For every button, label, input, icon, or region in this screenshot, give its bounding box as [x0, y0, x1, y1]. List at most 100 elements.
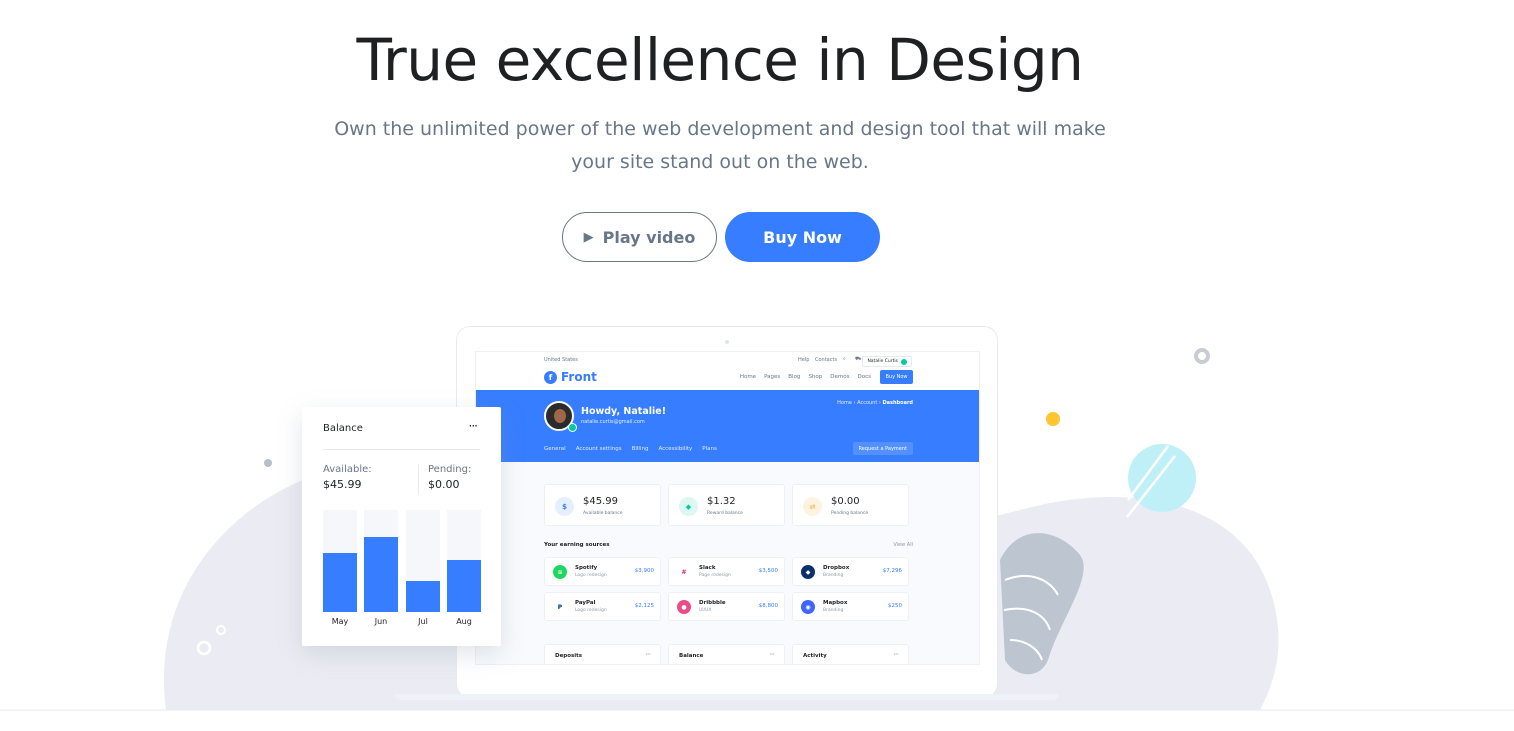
bar-fill [406, 581, 440, 612]
pending-label: Pending: [428, 464, 472, 475]
source-project: Page redesign [699, 573, 731, 578]
tab-account-settings[interactable]: Account settings [576, 446, 622, 452]
cart-icon[interactable]: ⛟ [855, 356, 861, 363]
earning-source-spotify[interactable]: ≋ Spotify Logo redesign $3,900 [544, 557, 661, 586]
source-project: UI/UX [699, 608, 712, 613]
tab-plans[interactable]: Plans [702, 446, 717, 452]
earning-source-slack[interactable]: # Slack Page redesign $3,500 [668, 557, 785, 586]
earning-source-dribbble[interactable]: ● Dribbble UI/UX $8,800 [668, 592, 785, 621]
bar-may [323, 510, 357, 612]
stat-value: $0.00 [831, 496, 860, 507]
crumb-current: Dashboard [882, 400, 914, 406]
laptop-base [395, 694, 1059, 700]
stat-value: $45.99 [583, 496, 618, 507]
card-title: Balance [679, 653, 704, 659]
profile-email: natalie.curtis@gmail.com [581, 419, 645, 425]
bar-label: May [331, 617, 349, 626]
source-name: Spotify [575, 565, 598, 571]
earning-source-paypal[interactable]: P PayPal Logo redesign $2,125 [544, 592, 661, 621]
source-name: Slack [699, 565, 716, 571]
play-icon: ▶ [583, 229, 594, 245]
source-amount: $7,296 [882, 568, 902, 574]
slack-icon: # [677, 565, 691, 579]
stat-card-reward: ◆ $1.32 Reward balance [668, 484, 785, 526]
account-tabs: General Account settings Billing Accessi… [544, 446, 717, 452]
balance-title: Balance [323, 423, 363, 434]
nav-pages[interactable]: Pages [764, 374, 780, 380]
main-nav: Home Pages Blog Shop Demos Docs [740, 374, 871, 380]
source-name: Dropbox [823, 565, 850, 571]
user-name: Natalie Curtis [867, 359, 898, 364]
source-amount: $8,800 [758, 603, 778, 609]
user-avatar [901, 358, 907, 365]
region-selector[interactable]: United States [544, 357, 578, 363]
brand-name: Front [561, 370, 597, 384]
nav-home[interactable]: Home [740, 374, 756, 380]
request-payment-button[interactable]: Request a Payment [852, 442, 913, 455]
tab-billing[interactable]: Billing [632, 446, 649, 452]
pending-value: $0.00 [428, 478, 460, 491]
crumb-home[interactable]: Home [837, 400, 852, 406]
profile-banner: Howdy, Natalie! natalie.curtis@gmail.com… [476, 390, 979, 462]
user-chip[interactable]: Natalie Curtis [862, 356, 912, 367]
earnings-title: Your earning sources [544, 542, 610, 548]
hero-illustration: United States Help Contacts ⌕ ⛟ Natalie … [0, 0, 1514, 731]
mockup-topbar: United States Help Contacts ⌕ ⛟ Natalie … [476, 352, 979, 390]
search-icon[interactable]: ⌕ [843, 356, 846, 362]
card-title: Activity [803, 653, 827, 659]
play-video-button[interactable]: ▶ Play video [562, 212, 717, 262]
stat-label: Available balance [583, 511, 623, 516]
nav-demos[interactable]: Demos [830, 374, 849, 380]
divider [323, 449, 480, 450]
source-project: Logo redesign [575, 608, 607, 613]
source-project: Logo redesign [575, 573, 607, 578]
bar-label: Jun [374, 617, 388, 626]
contacts-link[interactable]: Contacts [815, 357, 837, 363]
more-icon[interactable]: ··· [469, 419, 479, 433]
stat-card-pending: ⇄ $0.00 Pending balance [792, 484, 909, 526]
dropbox-icon: ◆ [801, 565, 815, 579]
source-project: Branding [823, 573, 844, 578]
dollar-icon: $ [555, 497, 574, 516]
hero-subtitle: Own the unlimited power of the web devel… [334, 118, 1106, 173]
view-all-link[interactable]: View All [893, 542, 913, 548]
transfer-icon: ⇄ [803, 497, 822, 516]
more-icon[interactable]: ··· [769, 650, 775, 659]
nav-blog[interactable]: Blog [788, 374, 800, 380]
greeting: Howdy, Natalie! [581, 406, 667, 417]
source-amount: $3,500 [758, 568, 778, 574]
earning-source-dropbox[interactable]: ◆ Dropbox Branding $7,296 [792, 557, 909, 586]
balance-card: Balance ··· Available: $45.99 Pending: $… [302, 407, 501, 646]
available-value: $45.99 [323, 478, 362, 491]
bar-fill [447, 559, 481, 612]
nav-docs[interactable]: Docs [858, 374, 872, 380]
tab-accessibility[interactable]: Accessibility [658, 446, 692, 452]
buy-now-button[interactable]: Buy Now [725, 212, 880, 262]
mockup-buy-button[interactable]: Buy Now [880, 370, 913, 384]
tab-general[interactable]: General [544, 446, 566, 452]
nav-shop[interactable]: Shop [808, 374, 822, 380]
brand-logo[interactable]: f Front [544, 370, 597, 384]
help-link[interactable]: Help [798, 357, 809, 363]
more-icon[interactable]: ··· [645, 650, 651, 659]
dashboard-screen: United States Help Contacts ⌕ ⛟ Natalie … [475, 351, 980, 665]
more-icon[interactable]: ··· [893, 650, 899, 659]
paypal-icon: P [553, 600, 567, 614]
available-label: Available: [323, 464, 372, 475]
bar-jul [406, 510, 440, 612]
buy-now-label: Buy Now [763, 227, 842, 247]
source-amount: $2,125 [634, 603, 654, 609]
bar-fill [364, 536, 398, 612]
play-video-label: Play video [602, 227, 696, 247]
source-name: Mapbox [823, 600, 848, 606]
deposits-card: Deposits ··· [544, 644, 661, 664]
source-amount: $250 [888, 603, 902, 609]
diamond-icon: ◆ [679, 497, 698, 516]
earning-source-mapbox[interactable]: ◉ Mapbox Branding $250 [792, 592, 909, 621]
bar-jun [364, 510, 398, 612]
balance-mini-card: Balance ··· [668, 644, 785, 664]
activity-card: Activity ··· [792, 644, 909, 664]
crumb-account[interactable]: Account [857, 400, 877, 406]
request-payment-label: Request a Payment [858, 445, 907, 452]
online-status-dot [568, 423, 577, 432]
